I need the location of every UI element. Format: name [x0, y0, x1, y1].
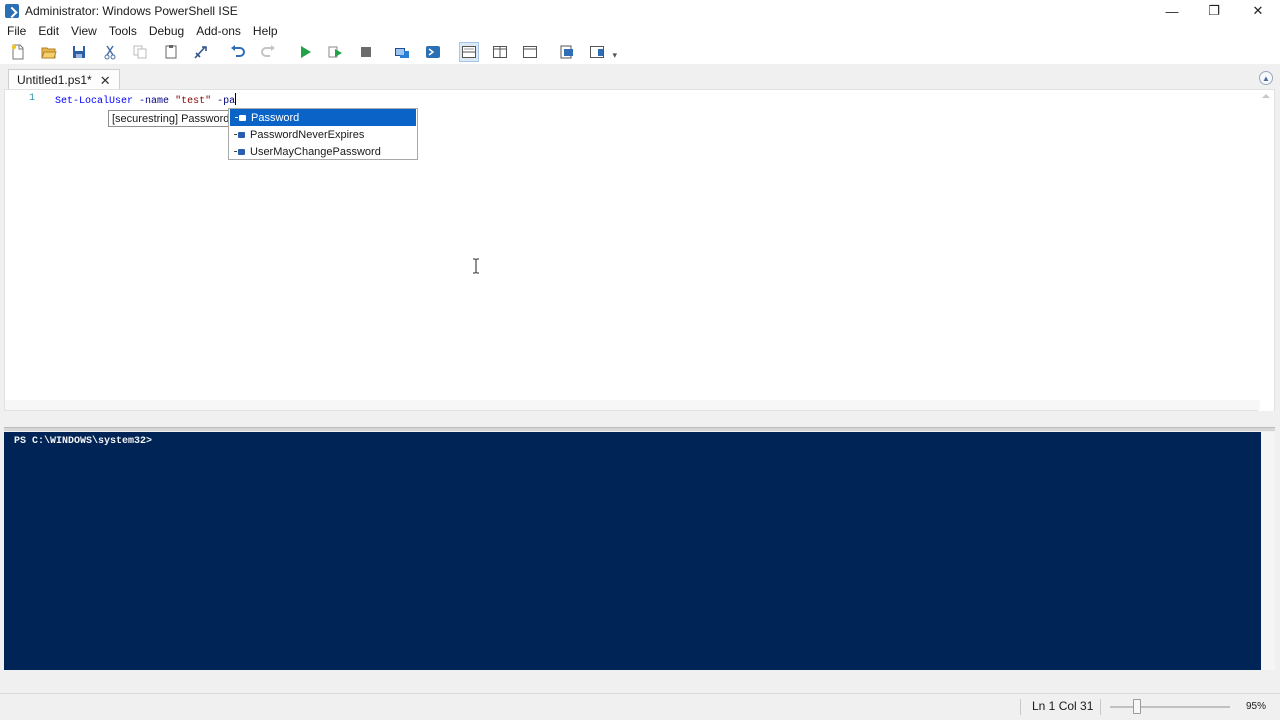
title-bar: Administrator: Windows PowerShell ISE — … [0, 0, 1280, 22]
new-script-icon[interactable] [9, 43, 27, 61]
tab-untitled1[interactable]: Untitled1.ps1* ✕ [8, 69, 120, 90]
splitter-handle[interactable] [4, 427, 1275, 431]
tab-strip: Untitled1.ps1* ✕ ▲ [0, 64, 1280, 90]
powershell-icon [5, 4, 19, 18]
collapse-script-pane-icon[interactable]: ▲ [1259, 71, 1273, 85]
token-command: Set-LocalUser [55, 96, 134, 107]
stop-icon[interactable] [357, 43, 375, 61]
toolbar: ▾ [0, 40, 1280, 64]
show-command-addon-icon[interactable] [588, 43, 606, 61]
copy-icon[interactable] [131, 43, 149, 61]
completion-label: Password [251, 111, 300, 124]
tab-close-icon[interactable]: ✕ [100, 74, 111, 87]
run-selection-icon[interactable] [326, 43, 344, 61]
menu-file[interactable]: File [0, 24, 32, 38]
script-editor[interactable]: 1 Set-LocalUser -name "test" -pa [4, 89, 1275, 412]
token-string: "test" [175, 96, 212, 107]
zoom-slider-track[interactable] [1110, 706, 1230, 708]
script-pane-top-icon[interactable] [459, 42, 479, 62]
undo-icon[interactable] [229, 43, 247, 61]
token-partial-parameter: -pa [217, 96, 236, 107]
code-line: Set-LocalUser -name "test" -pa [55, 93, 237, 107]
script-pane-right-icon[interactable] [491, 43, 509, 61]
zoom-level: 95% [1246, 701, 1267, 712]
status-bar: Ln 1 Col 31 95% [0, 693, 1280, 720]
menu-debug[interactable]: Debug [143, 24, 190, 38]
console-vertical-scrollbar[interactable] [1261, 432, 1275, 670]
menu-help[interactable]: Help [247, 24, 284, 38]
parameter-icon [235, 114, 246, 122]
console-prompt: PS C:\WINDOWS\system32> [14, 436, 153, 447]
editor-horizontal-scrollbar[interactable] [5, 400, 1260, 410]
start-powershell-icon[interactable] [424, 43, 442, 61]
tab-label: Untitled1.ps1* [17, 73, 92, 87]
status-separator [1020, 699, 1021, 715]
parameter-tooltip: [securestring] Password [108, 110, 234, 127]
line-number: 1 [29, 93, 36, 104]
redo-icon[interactable] [259, 43, 277, 61]
clear-console-icon[interactable] [192, 43, 210, 61]
window-title: Administrator: Windows PowerShell ISE [25, 4, 238, 18]
run-script-icon[interactable] [296, 43, 314, 61]
menu-bar: File Edit View Tools Debug Add-ons Help [0, 22, 1280, 40]
token-parameter: -name [139, 96, 170, 107]
parameter-icon [234, 131, 245, 139]
line-number-gutter: 1 [5, 90, 45, 410]
scroll-up-arrow-icon[interactable] [1262, 94, 1270, 98]
script-pane-maximized-icon[interactable] [521, 43, 539, 61]
menu-view[interactable]: View [65, 24, 103, 38]
console-pane[interactable]: PS C:\WINDOWS\system32> [4, 432, 1261, 670]
menu-add-ons[interactable]: Add-ons [190, 24, 247, 38]
console-horizontal-scrollbar[interactable] [4, 670, 1275, 686]
completion-item[interactable]: PasswordNeverExpires [229, 126, 417, 143]
intellisense-list[interactable]: Password PasswordNeverExpires UserMayCha… [228, 108, 418, 160]
cut-icon[interactable] [101, 43, 119, 61]
zoom-slider-thumb[interactable] [1133, 699, 1141, 714]
restore-button[interactable]: ❐ [1192, 0, 1236, 22]
editor-vertical-scrollbar[interactable] [1258, 90, 1274, 412]
save-icon[interactable] [70, 43, 88, 61]
pane-splitter[interactable] [4, 411, 1275, 432]
open-icon[interactable] [40, 43, 58, 61]
show-command-window-icon[interactable] [558, 43, 576, 61]
cursor-position: Ln 1 Col 31 [1032, 699, 1094, 713]
completion-item[interactable]: UserMayChangePassword [229, 143, 417, 160]
new-remote-tab-icon[interactable] [393, 43, 411, 61]
completion-label: UserMayChangePassword [250, 145, 381, 158]
completion-label: PasswordNeverExpires [250, 128, 365, 141]
minimize-button[interactable]: — [1150, 0, 1194, 22]
ibeam-cursor-icon [473, 258, 479, 274]
paste-icon[interactable] [162, 43, 180, 61]
menu-edit[interactable]: Edit [32, 24, 65, 38]
text-caret [235, 93, 237, 105]
parameter-icon [234, 148, 245, 156]
close-button[interactable]: ✕ [1236, 0, 1280, 22]
toolbar-overflow-icon[interactable]: ▾ [613, 50, 618, 61]
status-separator [1100, 699, 1101, 715]
completion-item[interactable]: Password [230, 109, 416, 126]
menu-tools[interactable]: Tools [103, 24, 143, 38]
